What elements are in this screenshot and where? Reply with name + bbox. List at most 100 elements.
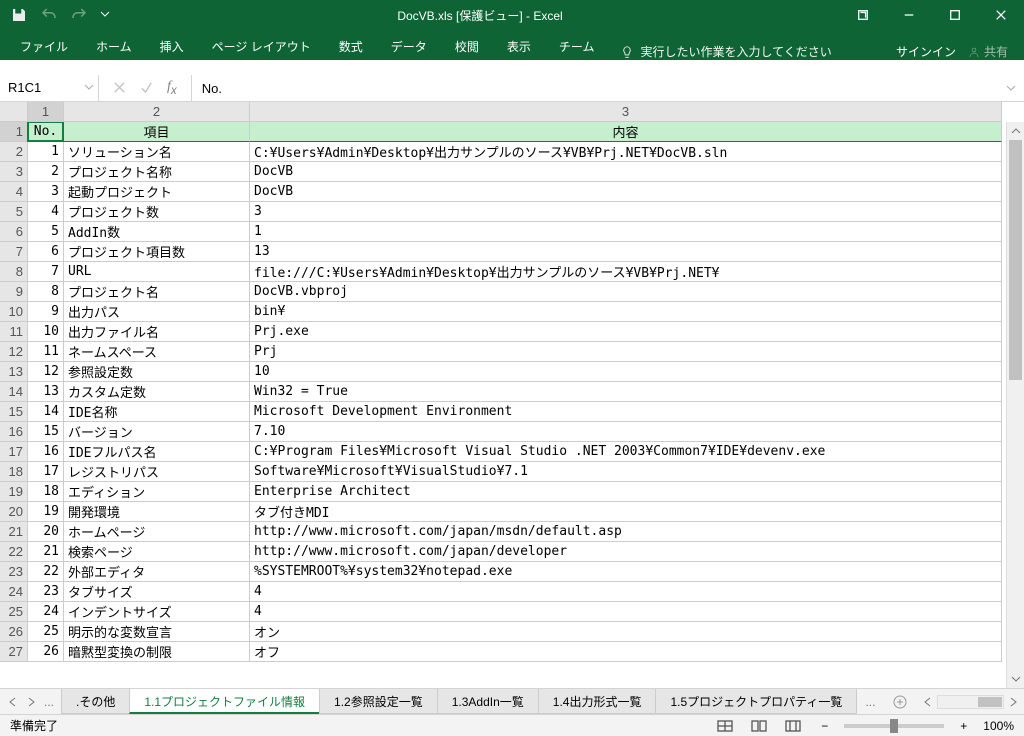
cell[interactable]: 出力ファイル名 xyxy=(64,322,250,342)
row-header[interactable]: 6 xyxy=(0,222,28,242)
cell[interactable]: 暗黙型変換の制限 xyxy=(64,642,250,662)
row-header[interactable]: 8 xyxy=(0,262,28,282)
cell[interactable]: bin¥ xyxy=(250,302,1002,322)
row-header[interactable]: 9 xyxy=(0,282,28,302)
cell[interactable]: 1 xyxy=(250,222,1002,242)
close-button[interactable] xyxy=(978,0,1024,30)
cell[interactable]: ネームスペース xyxy=(64,342,250,362)
tab-insert[interactable]: 挿入 xyxy=(146,32,198,60)
cell[interactable]: http://www.microsoft.com/japan/developer xyxy=(250,542,1002,562)
ribbon-options-button[interactable] xyxy=(840,0,886,30)
cell[interactable]: 外部エディタ xyxy=(64,562,250,582)
col-header[interactable]: 2 xyxy=(64,102,250,122)
cell[interactable]: DocVB.vbproj xyxy=(250,282,1002,302)
cell[interactable]: タブサイズ xyxy=(64,582,250,602)
row-header[interactable]: 16 xyxy=(0,422,28,442)
sheet-nav-next-icon[interactable] xyxy=(26,697,36,707)
cell[interactable]: 4 xyxy=(28,202,64,222)
cell[interactable]: 14 xyxy=(28,402,64,422)
cell[interactable]: 26 xyxy=(28,642,64,662)
scrollbar-thumb[interactable] xyxy=(1009,140,1022,380)
signin-link[interactable]: サインイン xyxy=(896,43,956,60)
tab-view[interactable]: 表示 xyxy=(493,32,545,60)
tab-pagelayout[interactable]: ページ レイアウト xyxy=(198,32,325,60)
view-normal-button[interactable] xyxy=(713,717,737,735)
row-header[interactable]: 20 xyxy=(0,502,28,522)
cell[interactable]: タブ付きMDI xyxy=(250,502,1002,522)
cell[interactable]: IDEフルパス名 xyxy=(64,442,250,462)
cell[interactable]: file:///C:¥Users¥Admin¥Desktop¥出力サンプルのソー… xyxy=(250,262,1002,282)
cancel-icon[interactable] xyxy=(113,81,126,94)
enter-icon[interactable] xyxy=(140,81,153,94)
cell[interactable]: 6 xyxy=(28,242,64,262)
cell[interactable]: 22 xyxy=(28,562,64,582)
tab-data[interactable]: データ xyxy=(377,32,441,60)
cell[interactable]: 18 xyxy=(28,482,64,502)
hscroll-left-icon[interactable] xyxy=(923,697,933,707)
zoom-level[interactable]: 100% xyxy=(983,719,1014,733)
tab-team[interactable]: チーム xyxy=(545,32,609,60)
sheet-tab-active[interactable]: 1.1プロジェクトファイル情報 xyxy=(129,689,320,714)
cell[interactable]: ソリューション名 xyxy=(64,142,250,162)
zoom-slider[interactable] xyxy=(844,724,944,728)
cell[interactable]: Software¥Microsoft¥VisualStudio¥7.1 xyxy=(250,462,1002,482)
cell[interactable]: 4 xyxy=(250,602,1002,622)
cell[interactable]: バージョン xyxy=(64,422,250,442)
row-header[interactable]: 27 xyxy=(0,642,28,662)
cell[interactable]: 検索ページ xyxy=(64,542,250,562)
cell[interactable]: オフ xyxy=(250,642,1002,662)
cell[interactable]: レジストリパス xyxy=(64,462,250,482)
cell[interactable]: 25 xyxy=(28,622,64,642)
zoom-out-button[interactable]: − xyxy=(815,719,834,733)
row-header[interactable]: 5 xyxy=(0,202,28,222)
cell[interactable]: DocVB xyxy=(250,182,1002,202)
cell[interactable]: 9 xyxy=(28,302,64,322)
hscroll-right-icon[interactable] xyxy=(1008,697,1018,707)
cell[interactable]: プロジェクト名 xyxy=(64,282,250,302)
cell[interactable]: 19 xyxy=(28,502,64,522)
cell[interactable]: Microsoft Development Environment xyxy=(250,402,1002,422)
row-header[interactable]: 10 xyxy=(0,302,28,322)
cell[interactable]: Prj.exe xyxy=(250,322,1002,342)
cell[interactable]: %SYSTEMROOT%¥system32¥notepad.exe xyxy=(250,562,1002,582)
row-header[interactable]: 12 xyxy=(0,342,28,362)
row-header[interactable]: 14 xyxy=(0,382,28,402)
row-header[interactable]: 17 xyxy=(0,442,28,462)
sheet-nav-more[interactable]: ... xyxy=(44,695,54,709)
cell[interactable]: 起動プロジェクト xyxy=(64,182,250,202)
formulabar-expand-icon[interactable] xyxy=(1006,81,1016,96)
cell[interactable]: 13 xyxy=(250,242,1002,262)
formula-input[interactable]: No. xyxy=(191,75,1024,102)
cell[interactable]: カスタム定数 xyxy=(64,382,250,402)
cell[interactable]: 21 xyxy=(28,542,64,562)
cell[interactable]: 参照設定数 xyxy=(64,362,250,382)
sheet-tab-5[interactable]: 1.5プロジェクトプロパティ一覧 xyxy=(655,689,857,714)
fx-icon[interactable]: fx xyxy=(167,79,177,97)
row-header[interactable]: 4 xyxy=(0,182,28,202)
row-header[interactable]: 26 xyxy=(0,622,28,642)
header-cell[interactable]: 内容 xyxy=(250,122,1002,142)
scroll-up-icon[interactable] xyxy=(1007,122,1024,140)
col-header[interactable]: 1 xyxy=(28,102,64,122)
row-header[interactable]: 19 xyxy=(0,482,28,502)
cell[interactable]: 5 xyxy=(28,222,64,242)
row-header[interactable]: 23 xyxy=(0,562,28,582)
view-pagebreak-button[interactable] xyxy=(781,717,805,735)
tellme-input[interactable]: 実行したい作業を入力してください xyxy=(640,43,831,60)
row-header[interactable]: 21 xyxy=(0,522,28,542)
qat-customize-icon[interactable] xyxy=(100,8,110,22)
row-header[interactable]: 25 xyxy=(0,602,28,622)
sheet-tab-3[interactable]: 1.3AddIn一覧 xyxy=(437,689,539,714)
cell[interactable]: ホームページ xyxy=(64,522,250,542)
save-icon[interactable] xyxy=(10,6,28,24)
cell[interactable]: 3 xyxy=(28,182,64,202)
vertical-scrollbar[interactable] xyxy=(1006,122,1024,688)
sheet-tab-other[interactable]: .その他 xyxy=(61,689,130,714)
tab-home[interactable]: ホーム xyxy=(82,32,146,60)
cell[interactable]: 明示的な変数宣言 xyxy=(64,622,250,642)
cell[interactable]: 12 xyxy=(28,362,64,382)
zoom-in-button[interactable]: + xyxy=(954,719,973,733)
namebox-dropdown-icon[interactable] xyxy=(84,80,94,95)
row-header[interactable]: 2 xyxy=(0,142,28,162)
add-sheet-button[interactable] xyxy=(883,689,917,714)
